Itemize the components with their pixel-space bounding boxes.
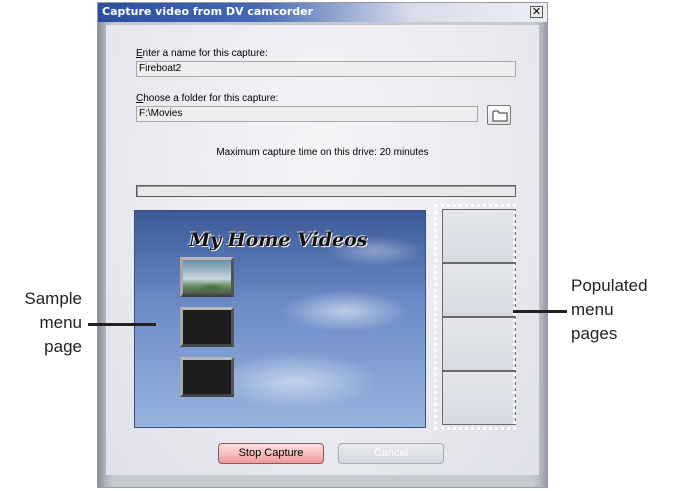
capture-name-value: Fireboat2 bbox=[139, 63, 182, 74]
capture-name-label: Enter a name for this capture: bbox=[136, 48, 268, 59]
menu-thumbnail[interactable] bbox=[180, 307, 234, 347]
capture-folder-label-text: hoose a folder for this capture: bbox=[143, 93, 279, 104]
capture-name-field[interactable]: Fireboat2 bbox=[136, 61, 516, 77]
callout-line: Populated bbox=[571, 276, 648, 295]
sample-menu-page-callout: Sample menu page bbox=[4, 287, 82, 359]
close-icon: ✕ bbox=[531, 5, 542, 18]
populated-pages-highlight bbox=[434, 204, 516, 430]
capture-folder-field[interactable]: F:\Movies bbox=[136, 106, 478, 122]
callout-line: page bbox=[44, 337, 82, 356]
menu-thumbnail[interactable] bbox=[180, 257, 234, 297]
sample-menu-preview: My Home Videos bbox=[134, 210, 426, 428]
capture-folder-value: F:\Movies bbox=[139, 108, 183, 119]
left-leader-line bbox=[88, 323, 156, 326]
cancel-button[interactable]: Cancel bbox=[338, 443, 444, 464]
stop-capture-button[interactable]: Stop Capture bbox=[218, 443, 324, 464]
browse-folder-button[interactable] bbox=[487, 105, 511, 125]
callout-line: menu bbox=[39, 313, 82, 332]
folder-icon bbox=[492, 110, 508, 122]
capture-folder-label: Choose a folder for this capture: bbox=[136, 93, 278, 104]
capture-progress-bar bbox=[136, 185, 516, 197]
capture-name-label-accel: E bbox=[136, 48, 143, 59]
title-bar[interactable]: Capture video from DV camcorder ✕ bbox=[98, 3, 547, 22]
menu-thumbnail[interactable] bbox=[180, 357, 234, 397]
menu-title: My Home Videos bbox=[189, 229, 368, 251]
callout-line: Sample bbox=[24, 289, 82, 308]
populated-menu-pages-callout: Populated menu pages bbox=[571, 274, 671, 346]
max-capture-time-text: Maximum capture time on this drive: 20 m… bbox=[216, 147, 429, 158]
capture-name-label-text: nter a name for this capture: bbox=[142, 48, 268, 59]
callout-line: menu bbox=[571, 300, 614, 319]
callout-line: pages bbox=[571, 324, 618, 343]
window-title: Capture video from DV camcorder bbox=[102, 5, 314, 18]
right-leader-line bbox=[513, 310, 567, 313]
close-button[interactable]: ✕ bbox=[530, 6, 543, 18]
